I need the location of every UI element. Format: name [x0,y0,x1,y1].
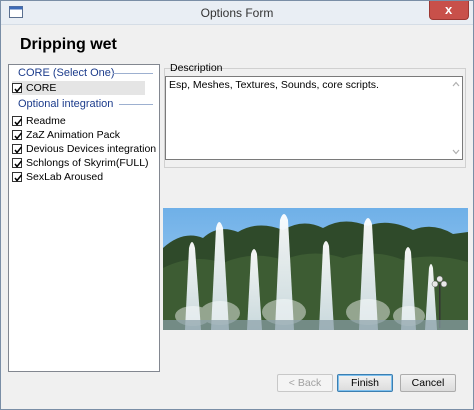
checkbox[interactable] [12,172,23,182]
option-label: Schlongs of Skyrim(FULL) [26,157,149,169]
scroll-down-icon[interactable] [452,148,460,156]
option-label: CORE [26,82,57,94]
back-button[interactable]: < Back [277,374,333,392]
checkbox[interactable] [12,158,23,168]
option-core[interactable]: CORE [12,81,145,95]
option-devious-devices[interactable]: Devious Devices integration [12,142,156,156]
description-textbox[interactable]: Esp, Meshes, Textures, Sounds, core scri… [165,76,463,160]
plugin-name: Dripping wet [20,36,117,53]
close-button[interactable]: x [429,1,469,20]
options-form-window: Options Form x Dripping wet CORE (Select… [0,0,474,410]
option-readme[interactable]: Readme [12,114,66,128]
option-label: SexLab Aroused [26,171,104,183]
group-header-optional: Optional integration [18,98,114,110]
checkbox[interactable] [12,83,23,93]
option-zaz-animation-pack[interactable]: ZaZ Animation Pack [12,128,120,142]
option-label: ZaZ Animation Pack [26,129,120,141]
option-sexlab-aroused[interactable]: SexLab Aroused [12,170,103,184]
checkbox[interactable] [12,130,23,140]
fountains-photo [163,208,468,330]
checkbox[interactable] [12,144,23,154]
option-schlongs-of-skyrim[interactable]: Schlongs of Skyrim(FULL) [12,156,149,170]
description-text: Esp, Meshes, Textures, Sounds, core scri… [169,79,379,91]
title-bar[interactable]: Options Form x [1,1,473,25]
group-divider [119,104,153,105]
cancel-button[interactable]: Cancel [400,374,456,392]
group-header-core: CORE (Select One) [18,67,115,79]
option-label: Readme [26,115,66,127]
scroll-up-icon[interactable] [452,80,460,88]
description-label: Description [170,62,223,74]
client-area: Dripping wet CORE (Select One) CORE Opti… [6,26,468,404]
window-title: Options Form [200,6,274,20]
checkbox[interactable] [12,116,23,126]
group-divider [113,73,153,74]
close-icon: x [445,2,453,17]
options-list[interactable]: CORE (Select One) CORE Optional integrat… [8,64,160,372]
option-label: Devious Devices integration [26,143,157,155]
finish-button[interactable]: Finish [337,374,393,392]
